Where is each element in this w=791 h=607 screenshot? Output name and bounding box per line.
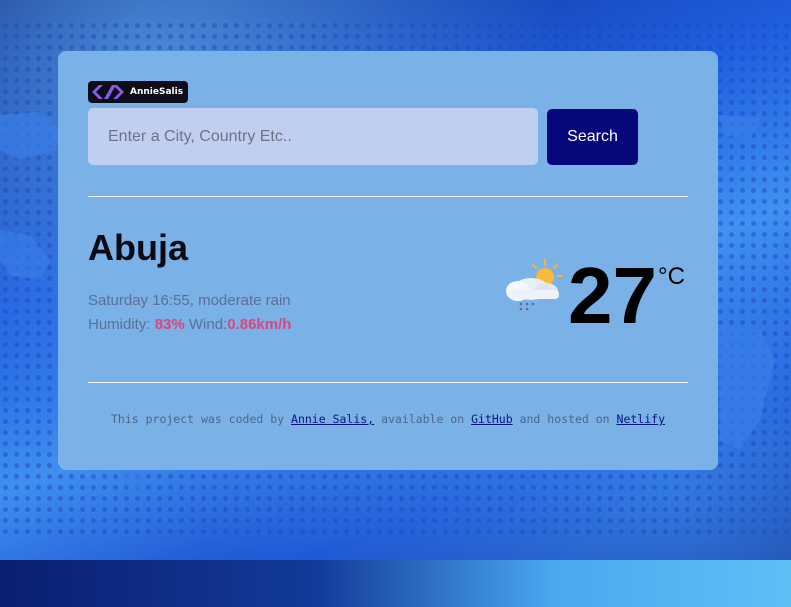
brand-logo[interactable]: AnnieSalis	[88, 81, 188, 103]
humidity-value: 83%	[154, 316, 185, 333]
weather-card: AnnieSalis Search Abuja Saturday 16:55, …	[58, 51, 718, 470]
date-time: Saturday 16:55	[88, 292, 190, 309]
wind-label: Wind:	[188, 316, 228, 333]
search-input[interactable]	[88, 108, 538, 165]
code-bracket-logo-icon	[92, 85, 124, 99]
footer-text-2: available on	[381, 412, 465, 426]
temperature-unit[interactable]: °C	[658, 263, 685, 291]
date-description: Saturday 16:55, moderate rain	[88, 292, 291, 309]
netlify-link[interactable]: Netlify	[617, 412, 665, 426]
author-link[interactable]: Annie Salis,	[291, 412, 374, 426]
logo-text: AnnieSalis	[130, 87, 184, 97]
footer-text-1: This project was coded by	[111, 412, 285, 426]
humidity-wind: Humidity: 83% Wind:0.86km/h	[88, 316, 291, 333]
temperature-value: 27	[568, 251, 657, 340]
bottom-band	[0, 560, 791, 607]
bottom-divider	[88, 382, 688, 383]
top-divider	[88, 196, 688, 197]
footer-credits: This project was coded by Annie Salis, a…	[58, 412, 718, 426]
search-button[interactable]: Search	[547, 109, 638, 165]
wind-value: 0.86km/h	[227, 316, 292, 333]
humidity-label: Humidity:	[88, 316, 151, 333]
city-name: Abuja	[88, 227, 189, 268]
footer-text-3: and hosted on	[519, 412, 610, 426]
github-link[interactable]: GitHub	[471, 412, 513, 426]
weather-description: moderate rain	[198, 292, 291, 309]
sun-behind-rain-cloud-icon	[506, 258, 564, 311]
